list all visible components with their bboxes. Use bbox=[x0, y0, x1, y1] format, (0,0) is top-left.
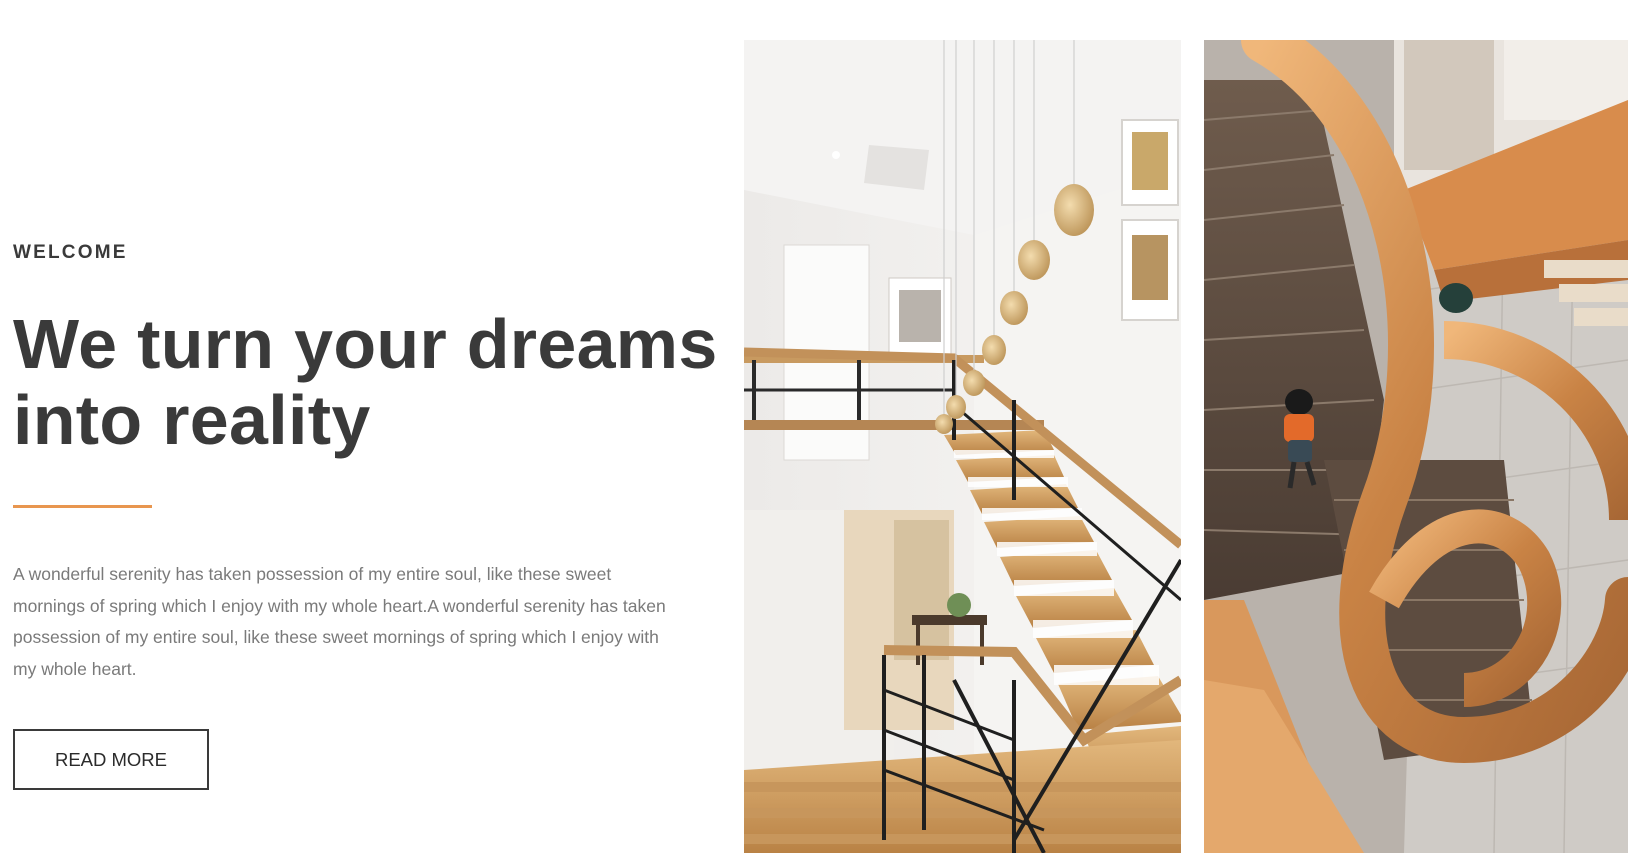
accent-divider bbox=[13, 505, 152, 508]
staircase-interior-illustration bbox=[744, 40, 1181, 853]
eyebrow-label: WELCOME bbox=[13, 242, 128, 263]
description-line-1: A wonderful serenity has taken possessio… bbox=[13, 564, 612, 584]
spiral-staircase-photo bbox=[1204, 40, 1628, 853]
hero-headline: We turn your dreams into reality bbox=[13, 306, 753, 458]
spiral-staircase-illustration bbox=[1204, 40, 1628, 853]
headline-line-1: We turn your dreams bbox=[13, 305, 718, 383]
description-line-2: mornings of spring which I enjoy with my… bbox=[13, 595, 666, 616]
description-line-3: possession of my entire soul, like these… bbox=[13, 627, 659, 647]
read-more-button[interactable]: READ MORE bbox=[13, 729, 209, 790]
headline-line-2: into reality bbox=[13, 381, 371, 459]
staircase-interior-photo bbox=[744, 40, 1181, 853]
hero-description: A wonderful serenity has taken possessio… bbox=[13, 559, 713, 685]
description-line-4: my whole heart. bbox=[13, 658, 137, 679]
